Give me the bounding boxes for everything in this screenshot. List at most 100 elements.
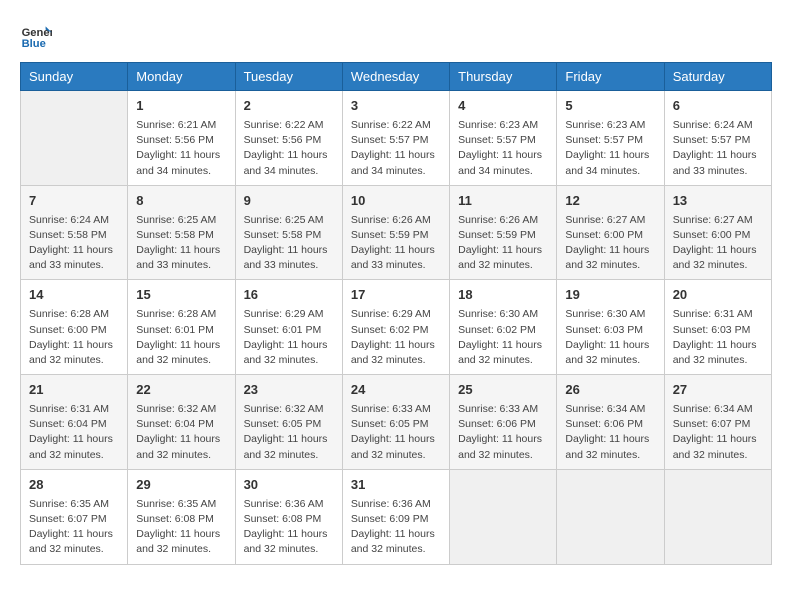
day-number: 19: [565, 286, 655, 305]
calendar-cell: 25Sunrise: 6:33 AMSunset: 6:06 PMDayligh…: [450, 375, 557, 470]
day-number: 13: [673, 192, 763, 211]
column-header-thursday: Thursday: [450, 63, 557, 91]
day-info: Sunrise: 6:29 AMSunset: 6:02 PMDaylight:…: [351, 307, 441, 368]
day-number: 6: [673, 97, 763, 116]
day-info: Sunrise: 6:33 AMSunset: 6:05 PMDaylight:…: [351, 402, 441, 463]
column-header-tuesday: Tuesday: [235, 63, 342, 91]
day-info: Sunrise: 6:31 AMSunset: 6:03 PMDaylight:…: [673, 307, 763, 368]
calendar-cell: 22 Sunrise: 6:32 AMSunset: 6:04 PMDayligh…: [128, 375, 235, 470]
day-number: 25: [458, 381, 548, 400]
day-number: 4: [458, 97, 548, 116]
column-header-monday: Monday: [128, 63, 235, 91]
calendar-cell: 11Sunrise: 6:26 AMSunset: 5:59 PMDayligh…: [450, 185, 557, 280]
calendar-cell: 4 Sunrise: 6:23 AMSunset: 5:57 PMDaylight…: [450, 91, 557, 186]
day-info: Sunrise: 6:32 AMSunset: 6:04 PMDaylight:…: [136, 402, 226, 463]
day-info: Sunrise: 6:25 AMSunset: 5:58 PMDaylight:…: [136, 213, 226, 274]
calendar-body: 1 Sunrise: 6:21 AMSunset: 5:56 PMDaylight…: [21, 91, 772, 565]
day-number: 9: [244, 192, 334, 211]
day-info: Sunrise: 6:35 AMSunset: 6:08 PMDaylight:…: [136, 497, 226, 558]
calendar-cell: 9 Sunrise: 6:25 AMSunset: 5:58 PMDaylight…: [235, 185, 342, 280]
day-number: 14: [29, 286, 119, 305]
day-info: Sunrise: 6:22 AMSunset: 5:56 PMDaylight:…: [244, 118, 334, 179]
calendar-header-row: SundayMondayTuesdayWednesdayThursdayFrid…: [21, 63, 772, 91]
calendar-cell: 16 Sunrise: 6:29 AMSunset: 6:01 PMDayligh…: [235, 280, 342, 375]
day-number: 11: [458, 192, 548, 211]
logo-icon: General Blue: [20, 20, 52, 52]
day-number: 28: [29, 476, 119, 495]
day-number: 23: [244, 381, 334, 400]
day-number: 31: [351, 476, 441, 495]
day-number: 3: [351, 97, 441, 116]
day-number: 24: [351, 381, 441, 400]
calendar-cell: 5Sunrise: 6:23 AMSunset: 5:57 PMDaylight…: [557, 91, 664, 186]
logo: General Blue: [20, 20, 52, 52]
calendar-cell: 15 Sunrise: 6:28 AMSunset: 6:01 PMDayligh…: [128, 280, 235, 375]
column-header-sunday: Sunday: [21, 63, 128, 91]
day-number: 16: [244, 286, 334, 305]
calendar-cell: 14 Sunrise: 6:28 AMSunset: 6:00 PMDayligh…: [21, 280, 128, 375]
day-number: 2: [244, 97, 334, 116]
day-info: Sunrise: 6:32 AMSunset: 6:05 PMDaylight:…: [244, 402, 334, 463]
day-number: 10: [351, 192, 441, 211]
column-header-saturday: Saturday: [664, 63, 771, 91]
day-number: 30: [244, 476, 334, 495]
day-info: Sunrise: 6:36 AMSunset: 6:09 PMDaylight:…: [351, 497, 441, 558]
svg-text:Blue: Blue: [22, 38, 46, 50]
day-info: Sunrise: 6:36 AMSunset: 6:08 PMDaylight:…: [244, 497, 334, 558]
calendar-cell: 21Sunrise: 6:31 AMSunset: 6:04 PMDayligh…: [21, 375, 128, 470]
day-info: Sunrise: 6:27 AMSunset: 6:00 PMDaylight:…: [565, 213, 655, 274]
day-info: Sunrise: 6:21 AMSunset: 5:56 PMDaylight:…: [136, 118, 226, 179]
day-info: Sunrise: 6:24 AMSunset: 5:58 PMDaylight:…: [29, 213, 119, 274]
calendar-cell: 20 Sunrise: 6:31 AMSunset: 6:03 PMDayligh…: [664, 280, 771, 375]
day-number: 17: [351, 286, 441, 305]
calendar-cell: 1 Sunrise: 6:21 AMSunset: 5:56 PMDaylight…: [128, 91, 235, 186]
day-number: 8: [136, 192, 226, 211]
calendar-cell: 17 Sunrise: 6:29 AMSunset: 6:02 PMDayligh…: [342, 280, 449, 375]
calendar-cell: 31 Sunrise: 6:36 AMSunset: 6:09 PMDayligh…: [342, 469, 449, 564]
day-info: Sunrise: 6:30 AMSunset: 6:02 PMDaylight:…: [458, 307, 548, 368]
day-number: 18: [458, 286, 548, 305]
calendar-week-3: 14 Sunrise: 6:28 AMSunset: 6:00 PMDayligh…: [21, 280, 772, 375]
calendar-cell: 28Sunrise: 6:35 AMSunset: 6:07 PMDayligh…: [21, 469, 128, 564]
calendar-cell: 3Sunrise: 6:22 AMSunset: 5:57 PMDaylight…: [342, 91, 449, 186]
day-info: Sunrise: 6:31 AMSunset: 6:04 PMDaylight:…: [29, 402, 119, 463]
calendar-cell: [557, 469, 664, 564]
day-number: 15: [136, 286, 226, 305]
calendar-cell: 19Sunrise: 6:30 AMSunset: 6:03 PMDayligh…: [557, 280, 664, 375]
calendar-cell: 8 Sunrise: 6:25 AMSunset: 5:58 PMDaylight…: [128, 185, 235, 280]
calendar-cell: 13 Sunrise: 6:27 AMSunset: 6:00 PMDayligh…: [664, 185, 771, 280]
calendar-cell: 10 Sunrise: 6:26 AMSunset: 5:59 PMDayligh…: [342, 185, 449, 280]
day-info: Sunrise: 6:26 AMSunset: 5:59 PMDaylight:…: [351, 213, 441, 274]
day-info: Sunrise: 6:28 AMSunset: 6:01 PMDaylight:…: [136, 307, 226, 368]
calendar-table: SundayMondayTuesdayWednesdayThursdayFrid…: [20, 62, 772, 565]
day-number: 22: [136, 381, 226, 400]
calendar-cell: [450, 469, 557, 564]
day-number: 29: [136, 476, 226, 495]
page-header: General Blue: [20, 20, 772, 52]
day-info: Sunrise: 6:27 AMSunset: 6:00 PMDaylight:…: [673, 213, 763, 274]
day-number: 12: [565, 192, 655, 211]
calendar-cell: 12 Sunrise: 6:27 AMSunset: 6:00 PMDayligh…: [557, 185, 664, 280]
day-info: Sunrise: 6:29 AMSunset: 6:01 PMDaylight:…: [244, 307, 334, 368]
calendar-cell: 29 Sunrise: 6:35 AMSunset: 6:08 PMDayligh…: [128, 469, 235, 564]
calendar-cell: [21, 91, 128, 186]
column-header-friday: Friday: [557, 63, 664, 91]
day-number: 5: [565, 97, 655, 116]
day-info: Sunrise: 6:24 AMSunset: 5:57 PMDaylight:…: [673, 118, 763, 179]
day-number: 1: [136, 97, 226, 116]
day-info: Sunrise: 6:23 AMSunset: 5:57 PMDaylight:…: [458, 118, 548, 179]
calendar-cell: 26 Sunrise: 6:34 AMSunset: 6:06 PMDayligh…: [557, 375, 664, 470]
day-info: Sunrise: 6:34 AMSunset: 6:06 PMDaylight:…: [565, 402, 655, 463]
calendar-week-4: 21Sunrise: 6:31 AMSunset: 6:04 PMDayligh…: [21, 375, 772, 470]
calendar-cell: 18 Sunrise: 6:30 AMSunset: 6:02 PMDayligh…: [450, 280, 557, 375]
day-info: Sunrise: 6:25 AMSunset: 5:58 PMDaylight:…: [244, 213, 334, 274]
day-number: 7: [29, 192, 119, 211]
calendar-cell: 23 Sunrise: 6:32 AMSunset: 6:05 PMDayligh…: [235, 375, 342, 470]
day-number: 20: [673, 286, 763, 305]
day-info: Sunrise: 6:28 AMSunset: 6:00 PMDaylight:…: [29, 307, 119, 368]
calendar-cell: 30 Sunrise: 6:36 AMSunset: 6:08 PMDayligh…: [235, 469, 342, 564]
column-header-wednesday: Wednesday: [342, 63, 449, 91]
calendar-cell: 2 Sunrise: 6:22 AMSunset: 5:56 PMDaylight…: [235, 91, 342, 186]
day-number: 26: [565, 381, 655, 400]
calendar-cell: 24 Sunrise: 6:33 AMSunset: 6:05 PMDayligh…: [342, 375, 449, 470]
